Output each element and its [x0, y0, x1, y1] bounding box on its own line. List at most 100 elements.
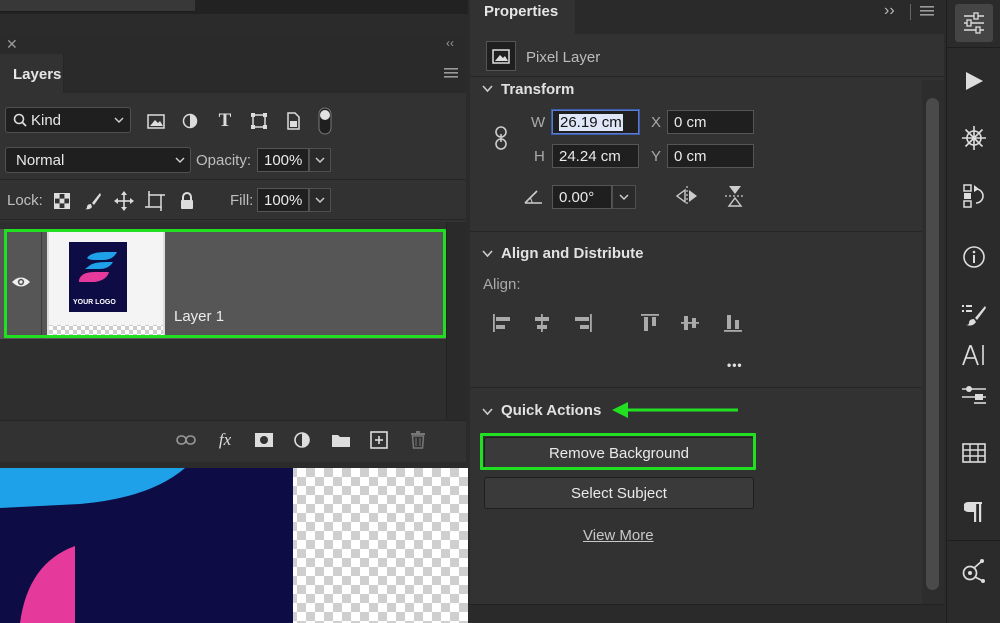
opacity-input[interactable]: 100%: [257, 148, 309, 172]
more-options-icon[interactable]: •••: [727, 358, 743, 372]
filter-pixel-layers-icon[interactable]: [145, 111, 167, 131]
width-label: W: [531, 114, 546, 131]
chevron-down-icon[interactable]: [482, 250, 493, 258]
view-more-link[interactable]: View More: [583, 527, 654, 544]
blend-mode-select[interactable]: Normal: [5, 147, 191, 173]
filter-toggle-switch[interactable]: [317, 107, 333, 135]
libraries-panel-button[interactable]: [955, 552, 993, 590]
width-input[interactable]: 26.19 cm: [552, 110, 639, 134]
chevron-down-icon: [315, 196, 325, 203]
collapse-panel-icon[interactable]: ‹‹: [446, 36, 454, 50]
lock-transparent-pixels-icon[interactable]: [52, 191, 72, 211]
fx-icon[interactable]: fx: [212, 428, 238, 452]
paragraph-styles-icon: [962, 386, 986, 404]
fill-label: Fill:: [230, 192, 254, 209]
y-label: Y: [651, 148, 662, 165]
chevron-down-icon: [175, 156, 185, 163]
properties-scrollbar-thumb[interactable]: [926, 98, 939, 590]
layer-highlight-box: [4, 229, 446, 338]
x-input[interactable]: 0 cm: [667, 110, 754, 134]
brushes-panel-button[interactable]: [955, 296, 993, 334]
filter-kind-value: Kind: [31, 111, 62, 129]
align-top-edges-icon[interactable]: [640, 313, 660, 333]
sliders-icon: [964, 12, 984, 34]
document-tab-strip: [0, 0, 468, 14]
fill-dropdown[interactable]: [309, 188, 331, 212]
new-adjustment-layer-icon[interactable]: [291, 430, 313, 450]
paragraph-styles-panel-button[interactable]: [955, 376, 993, 414]
opacity-label: Opacity:: [196, 152, 252, 169]
fill-input[interactable]: 100%: [257, 188, 309, 212]
table-panel-button[interactable]: [955, 434, 993, 472]
y-input[interactable]: 0 cm: [667, 144, 754, 168]
document-canvas[interactable]: [0, 468, 468, 623]
table-icon: [962, 443, 986, 463]
layer-list-scrollbar[interactable]: [446, 222, 466, 430]
chevron-down-icon: [114, 116, 124, 123]
align-left-edges-icon[interactable]: [492, 313, 512, 333]
transform-section-title[interactable]: Transform: [501, 81, 574, 98]
flip-vertical-icon[interactable]: [725, 184, 745, 208]
angle-dropdown[interactable]: [612, 185, 636, 209]
new-group-folder-icon[interactable]: [330, 430, 352, 450]
lock-label: Lock:: [7, 192, 43, 209]
info-panel-button[interactable]: [955, 238, 993, 276]
pilcrow-icon: [964, 502, 982, 522]
angle-icon: [524, 190, 542, 204]
filter-smart-objects-icon[interactable]: [283, 111, 303, 131]
character-panel-button[interactable]: [955, 336, 993, 374]
tab-layers[interactable]: Layers: [0, 54, 64, 93]
filter-adjustment-layers-icon[interactable]: [180, 111, 200, 131]
select-subject-button[interactable]: Select Subject: [484, 477, 754, 509]
properties-footer: [470, 604, 944, 623]
close-panel-icon[interactable]: ✕: [6, 36, 18, 53]
layers-panel: ✕ ‹‹ Layers Kind T Normal Opacity: 100%: [0, 34, 466, 462]
history-panel-button[interactable]: [955, 177, 993, 215]
panel-menu-icon[interactable]: [920, 6, 934, 16]
delete-layer-icon[interactable]: [407, 429, 429, 451]
width-value: 26.19 cm: [559, 113, 623, 131]
play-icon: [966, 72, 983, 90]
lock-artboard-icon[interactable]: [144, 190, 166, 212]
chevron-down-icon[interactable]: [482, 85, 493, 93]
lock-position-icon[interactable]: [113, 190, 135, 212]
height-label: H: [534, 148, 545, 165]
character-icon: [962, 345, 984, 366]
document-tab[interactable]: [0, 0, 195, 12]
remove-background-highlight-box: [480, 433, 756, 470]
collapse-panel-icon[interactable]: ››: [884, 2, 895, 20]
quick-actions-section-title[interactable]: Quick Actions: [501, 402, 601, 419]
height-input[interactable]: 24.24 cm: [552, 144, 639, 168]
properties-scrollbar-track[interactable]: [922, 80, 944, 623]
link-layers-icon[interactable]: [175, 430, 197, 450]
search-icon: [13, 113, 27, 127]
opacity-dropdown[interactable]: [309, 148, 331, 172]
link-proportions-icon[interactable]: [494, 126, 508, 150]
history-icon: [963, 184, 984, 208]
libraries-icon: [962, 559, 985, 583]
align-right-edges-icon[interactable]: [573, 313, 593, 333]
paragraph-panel-button[interactable]: [955, 493, 993, 531]
x-label: X: [651, 114, 662, 131]
filter-type-layers-icon[interactable]: T: [214, 110, 236, 132]
flip-horizontal-icon[interactable]: [675, 186, 699, 206]
align-vertical-centers-icon[interactable]: [680, 313, 700, 333]
new-layer-icon[interactable]: [368, 430, 390, 450]
lock-all-icon[interactable]: [177, 190, 197, 212]
align-section-title[interactable]: Align and Distribute: [501, 245, 644, 262]
align-horizontal-centers-icon[interactable]: [532, 313, 552, 333]
angle-input[interactable]: 0.00°: [552, 185, 612, 209]
properties-panel-button[interactable]: [955, 4, 993, 42]
filter-shape-layers-icon[interactable]: [248, 111, 270, 131]
actions-panel-button[interactable]: [955, 62, 993, 100]
filter-kind-select[interactable]: Kind: [5, 107, 131, 133]
chevron-down-icon[interactable]: [482, 408, 493, 416]
divider: [0, 219, 466, 220]
align-bottom-edges-icon[interactable]: [723, 313, 743, 333]
adjustments-panel-button[interactable]: [955, 119, 993, 157]
panel-menu-icon[interactable]: [444, 68, 458, 78]
properties-tab-label: Properties: [484, 3, 559, 20]
lock-image-pixels-icon[interactable]: [83, 191, 103, 211]
tab-properties[interactable]: Properties: [470, 0, 575, 34]
add-mask-icon[interactable]: [253, 430, 275, 450]
